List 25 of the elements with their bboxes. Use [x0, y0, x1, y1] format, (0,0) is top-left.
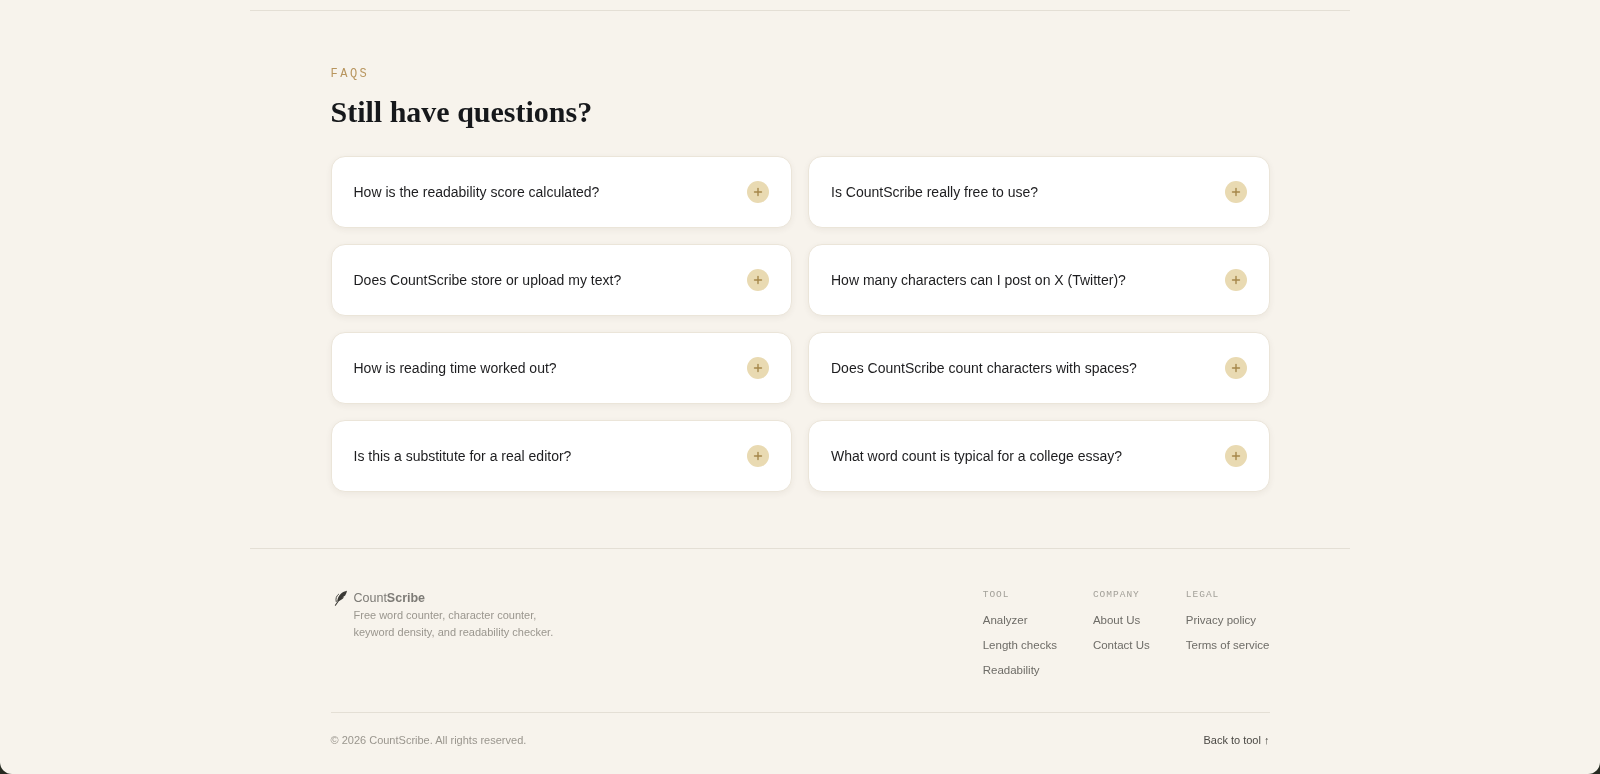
- faq-question-button[interactable]: Is CountScribe really free to use?: [808, 156, 1270, 228]
- faq-question-button[interactable]: Does CountScribe store or upload my text?: [330, 244, 792, 316]
- faq-question-button[interactable]: What word count is typical for a college essay?: [808, 420, 1270, 492]
- footer-link[interactable]: Analyzer: [982, 611, 1028, 629]
- footer-link[interactable]: Readability: [982, 661, 1040, 679]
- section-title: Still have questions?: [330, 94, 594, 130]
- footer-column-heading: TOOL: [982, 589, 1010, 601]
- footer-link[interactable]: Privacy policy: [1185, 611, 1257, 629]
- copyright-text: © 2026 CountScribe. All rights reserved.: [330, 733, 527, 748]
- footer-column-heading: LEGAL: [1185, 589, 1220, 601]
- faq-question-button[interactable]: How is the readability score calculated?: [330, 156, 792, 228]
- faq-question-button[interactable]: How is reading time worked out?: [330, 332, 792, 404]
- section-eyebrow: FAQS: [330, 66, 371, 82]
- footer-column-heading: COMPANY: [1092, 589, 1140, 601]
- footer-link[interactable]: Terms of service: [1185, 636, 1270, 654]
- footer-link[interactable]: Contact Us: [1092, 636, 1150, 654]
- footer-link[interactable]: Length checks: [982, 636, 1057, 654]
- faq-question-button[interactable]: How many characters can I post on X (Twitter)?: [808, 244, 1270, 316]
- back-to-tool-link[interactable]: Back to tool ↑: [1203, 732, 1270, 748]
- brand-tagline: Free word counter, character counter, keyword density, and readability checker.: [353, 608, 555, 640]
- faq-question-button[interactable]: Does CountScribe count characters with spaces?: [808, 332, 1270, 404]
- brand-name: CountScribe: [353, 590, 427, 607]
- quill-icon: [333, 590, 348, 606]
- faq-question-button[interactable]: Is this a substitute for a real editor?: [330, 420, 792, 492]
- footer-link[interactable]: About Us: [1092, 611, 1141, 629]
